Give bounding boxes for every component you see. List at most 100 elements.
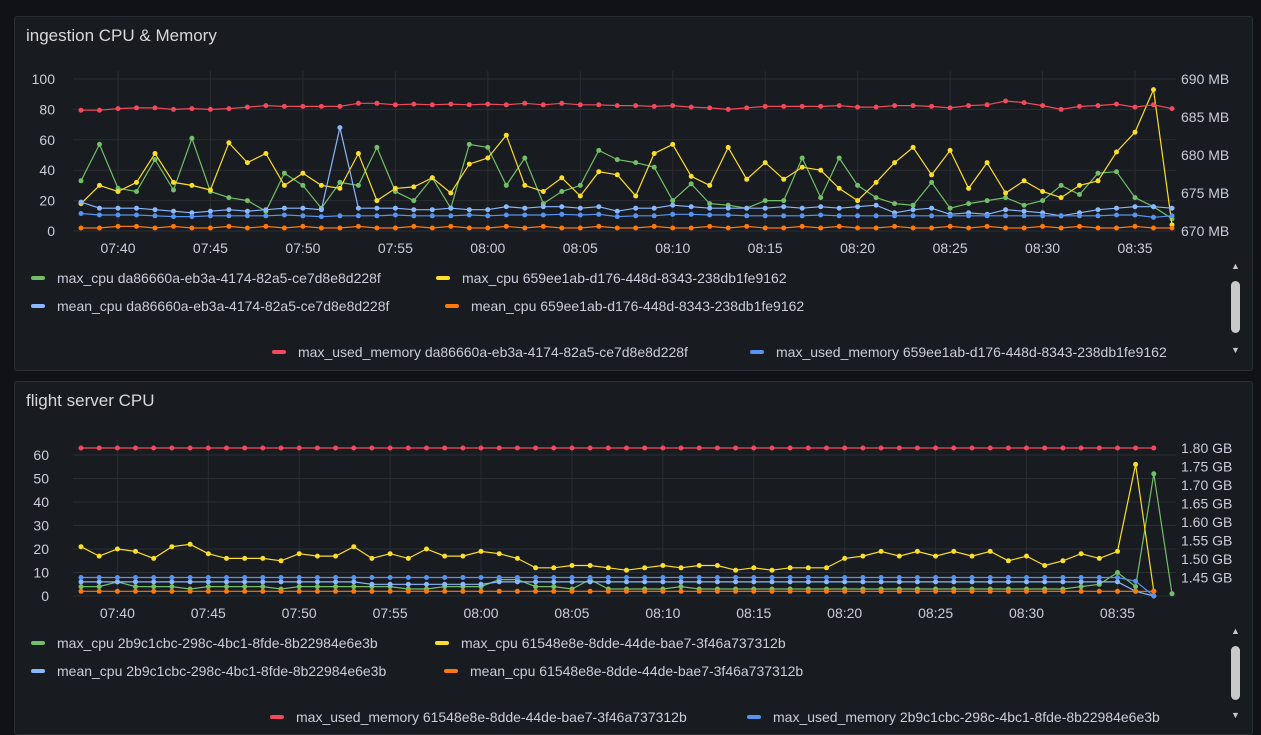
data-point: [818, 225, 824, 231]
data-point: [1115, 575, 1120, 580]
data-point: [696, 445, 702, 451]
data-point: [485, 101, 491, 107]
data-point: [1115, 570, 1120, 575]
data-point: [424, 546, 429, 552]
data-point: [984, 102, 990, 108]
data-point: [466, 212, 472, 218]
data-point: [333, 584, 339, 590]
data-point: [503, 132, 509, 138]
legend-item[interactable]: max_cpu 2b9c1cbc-298c-4bc1-8fde-8b22984e…: [31, 635, 378, 651]
series-line: [80, 127, 1173, 217]
data-point: [860, 553, 866, 559]
legend-scrollbar[interactable]: ▲ ▼: [1230, 261, 1241, 357]
y-tick-label: 10: [33, 565, 49, 581]
x-tick-label: 08:25: [933, 240, 968, 256]
data-point: [605, 588, 611, 594]
data-point: [1078, 584, 1084, 590]
scroll-down-icon[interactable]: ▼: [1230, 710, 1241, 720]
data-point: [242, 584, 248, 590]
scroll-up-icon[interactable]: ▲: [1230, 626, 1241, 636]
legend-item[interactable]: mean_cpu 2b9c1cbc-298c-4bc1-8fde-8b22984…: [31, 663, 386, 679]
data-point: [787, 445, 793, 451]
data-point: [660, 588, 666, 594]
scroll-down-icon[interactable]: ▼: [1230, 345, 1241, 355]
data-point: [951, 575, 957, 580]
data-point: [818, 167, 824, 173]
data-point: [1021, 202, 1027, 208]
data-point: [1005, 558, 1011, 564]
data-point: [1114, 169, 1119, 175]
data-point: [205, 584, 211, 590]
data-point: [910, 207, 916, 213]
y2-tick-label: 685 MB: [1181, 109, 1229, 125]
legend-item[interactable]: max_used_memory da86660a-eb3a-4174-82a5-…: [272, 344, 688, 360]
data-point: [411, 223, 417, 229]
data-point: [478, 581, 484, 587]
data-point: [799, 155, 805, 161]
x-tick-label: 07:55: [378, 240, 413, 256]
chart-ingestion[interactable]: 0 20 40 60 80 100 670 MB 675 MB 680 MB 685 MB 690 …: [15, 17, 1252, 257]
data-point: [296, 588, 302, 594]
legend-item[interactable]: max_used_memory 61548e8e-8dde-44de-bae7-…: [270, 709, 687, 725]
y-tick-label: 20: [39, 193, 55, 209]
legend-label: mean_cpu 2b9c1cbc-298c-4bc1-8fde-8b22984…: [57, 663, 387, 679]
data-point: [824, 565, 829, 571]
data-point: [442, 445, 448, 451]
data-point: [281, 170, 287, 176]
data-point: [596, 147, 602, 153]
data-point: [496, 445, 502, 451]
data-point: [1096, 579, 1102, 585]
data-point: [1021, 213, 1027, 219]
data-point: [551, 584, 557, 590]
scroll-thumb[interactable]: [1231, 646, 1240, 700]
legend-item[interactable]: max_cpu da86660a-eb3a-4174-82a5-ce7d8e8d…: [31, 270, 381, 286]
data-point: [769, 567, 775, 573]
legend-swatch: [747, 715, 761, 719]
data-point: [1003, 195, 1009, 201]
data-point: [860, 445, 866, 451]
data-point: [207, 106, 213, 112]
data-point: [855, 225, 861, 231]
data-point: [97, 205, 102, 211]
y-tick-label: 40: [33, 494, 49, 510]
legend-item[interactable]: mean_cpu da86660a-eb3a-4174-82a5-ce7d8e8…: [31, 298, 389, 314]
legend-item[interactable]: max_used_memory 659ee1ab-d176-448d-8343-…: [750, 344, 1167, 360]
data-point: [969, 445, 975, 451]
data-point: [300, 170, 306, 176]
data-point: [707, 201, 713, 207]
legend-item[interactable]: max_cpu 61548e8e-8dde-44de-bae7-3f46a737…: [435, 635, 786, 651]
data-point: [514, 575, 520, 580]
chart-flight-server[interactable]: 0 10 20 30 40 50 60 1.45 GB 1.50 GB 1.55 GB 1.60 G…: [15, 382, 1252, 622]
data-point: [263, 207, 269, 213]
data-point: [577, 182, 583, 188]
data-point: [559, 225, 565, 231]
data-point: [1042, 588, 1048, 594]
legend-item[interactable]: mean_cpu 61548e8e-8dde-44de-bae7-3f46a73…: [444, 663, 803, 679]
data-point: [751, 445, 757, 451]
data-point: [314, 588, 320, 594]
scroll-up-icon[interactable]: ▲: [1230, 261, 1241, 271]
data-point: [278, 575, 284, 580]
data-point: [429, 175, 435, 181]
data-point: [836, 213, 842, 219]
legend-item[interactable]: max_cpu 659ee1ab-d176-448d-8343-238db1fe…: [436, 270, 787, 286]
data-point: [369, 555, 375, 561]
data-point: [171, 187, 176, 193]
data-point: [496, 551, 502, 557]
legend-item[interactable]: max_used_memory 2b9c1cbc-298c-4bc1-8fde-…: [747, 709, 1160, 725]
scroll-thumb[interactable]: [1231, 281, 1240, 333]
data-point: [733, 588, 739, 594]
legend-swatch: [435, 641, 449, 645]
data-point: [624, 567, 629, 573]
legend-swatch: [270, 715, 284, 719]
data-point: [614, 172, 620, 178]
legend-item[interactable]: mean_cpu 659ee1ab-d176-448d-8343-238db1f…: [445, 298, 804, 314]
data-point: [466, 225, 472, 231]
legend-scrollbar[interactable]: ▲ ▼: [1230, 626, 1241, 722]
data-point: [1058, 106, 1064, 112]
data-point: [842, 445, 848, 451]
data-point: [951, 579, 957, 585]
data-point: [296, 584, 302, 590]
data-point: [551, 579, 557, 585]
data-point: [485, 207, 491, 213]
